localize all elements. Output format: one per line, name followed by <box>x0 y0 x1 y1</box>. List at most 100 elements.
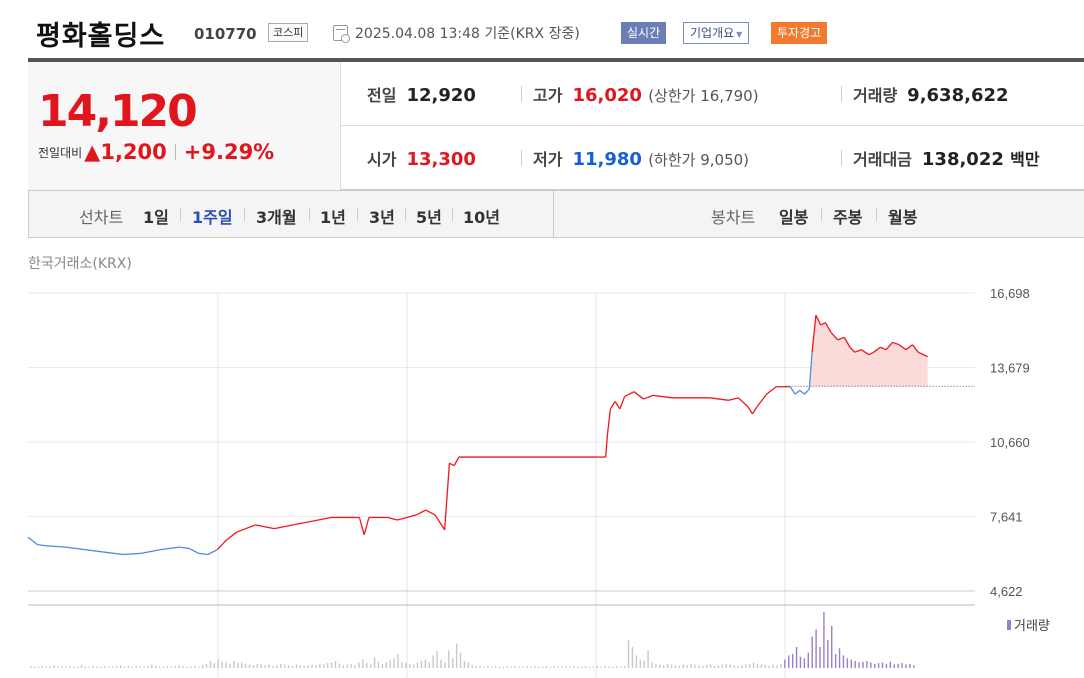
caret-down-icon: ▼ <box>736 30 743 39</box>
volume-bar <box>760 664 763 668</box>
volume-bar <box>412 664 415 668</box>
volume-bar <box>479 665 481 668</box>
volume-bar <box>651 662 653 668</box>
price-line-segment <box>84 548 104 553</box>
price-line-segment <box>358 517 365 535</box>
volume-bar <box>100 666 102 668</box>
trade-amount: 거래대금 138,022 백만 <box>853 146 1040 170</box>
volume-bar <box>491 666 493 668</box>
volume-bar <box>123 666 126 668</box>
volume-bar <box>577 666 579 668</box>
volume-bar <box>401 661 403 668</box>
price-line-segment <box>728 397 739 401</box>
high-price: 고가 16,020 (상한가 16,790) <box>533 82 759 106</box>
volume-bar <box>604 665 606 668</box>
volume-bar <box>53 665 55 668</box>
tab-10y[interactable]: 10년 <box>463 204 500 228</box>
volume-bar <box>752 662 755 668</box>
volume-bar <box>686 665 688 668</box>
volume-bar <box>49 666 51 668</box>
volume-bar <box>416 662 419 668</box>
volume-bar <box>198 666 200 668</box>
y-tick-label: 10,660 <box>990 435 1030 450</box>
volume-bar <box>709 664 712 668</box>
volume-bar <box>225 662 227 668</box>
volume-bar <box>698 665 700 668</box>
volume-bar <box>748 663 751 668</box>
volume-bar <box>616 665 618 668</box>
tab-daily-candle[interactable]: 일봉 <box>779 204 808 228</box>
volume-bar <box>764 665 767 668</box>
tab-divider <box>357 208 358 221</box>
volume-bar <box>553 665 556 668</box>
volume-bar <box>717 665 720 668</box>
volume-bar <box>264 665 266 668</box>
price-line-segment <box>449 462 455 467</box>
amount-value: 138,022 <box>921 149 1004 170</box>
volume-bar <box>283 664 286 668</box>
up-arrow-icon: ▲ <box>84 140 101 164</box>
quote-row-2: 시가 13,300 저가 11,980 (하한가 9,050) 거래대금 138,02… <box>341 126 1084 190</box>
investment-warning-badge[interactable]: 투자경고 <box>771 22 828 44</box>
volume-bar <box>342 665 344 668</box>
realtime-button[interactable]: 실시간 <box>621 22 667 44</box>
price-line-segment <box>606 408 612 434</box>
change-divider <box>174 144 176 160</box>
tab-1y[interactable]: 1년 <box>320 204 346 228</box>
volume-bar <box>213 663 216 668</box>
tab-monthly-candle[interactable]: 월봉 <box>888 204 917 228</box>
tab-1d[interactable]: 1일 <box>143 204 169 228</box>
volume-bar <box>194 665 196 668</box>
volume-bar <box>690 663 692 668</box>
volume-bar <box>612 666 614 668</box>
price-line-segment <box>236 524 256 533</box>
volume-bar <box>389 660 391 668</box>
volume-bar <box>514 665 516 668</box>
price-line-segment <box>434 514 446 531</box>
volume-bar <box>522 666 524 668</box>
volume-bar <box>233 661 235 668</box>
volume-bar <box>737 665 739 668</box>
volume-bar <box>432 655 434 668</box>
volume-bar <box>494 665 497 668</box>
low-price: 저가 11,980 (하한가 9,050) <box>533 146 749 170</box>
price-line-segment <box>46 545 66 548</box>
volume-bar <box>307 665 309 668</box>
volume-bar <box>186 666 188 668</box>
volume-bar <box>584 665 587 668</box>
volume-bar <box>877 663 880 668</box>
volume-bar <box>670 664 673 668</box>
volume-bar <box>627 640 630 668</box>
volume-bar <box>291 665 294 668</box>
tab-3y[interactable]: 3년 <box>369 204 395 228</box>
volume-bar <box>131 666 133 668</box>
volume-bar <box>76 666 79 668</box>
change-amount: 1,200 <box>100 140 167 164</box>
volume-value: 9,638,622 <box>907 85 1009 106</box>
volume-bar <box>811 636 813 668</box>
volume-bar <box>299 665 302 668</box>
current-price: 14,120 <box>38 86 198 137</box>
tab-1w[interactable]: 1주일 <box>192 204 233 228</box>
volume-bar <box>487 665 489 668</box>
price-line-segment <box>619 396 626 410</box>
volume-legend-swatch <box>1007 620 1011 630</box>
price-line-segment <box>624 391 635 398</box>
volume-bar <box>721 664 724 668</box>
volume-bar <box>592 666 595 668</box>
volume-bar <box>393 658 395 668</box>
tab-3m[interactable]: 3개월 <box>256 204 297 228</box>
y-tick-label: 7,641 <box>990 510 1023 525</box>
company-info-dropdown[interactable]: 기업개요 ▼ <box>683 22 750 44</box>
volume-bar <box>315 665 317 668</box>
volume-bar <box>455 643 458 668</box>
volume-bar <box>549 666 552 668</box>
price-line-segment <box>643 394 654 400</box>
company-info-label: 기업개요 <box>690 26 735 40</box>
tab-5y[interactable]: 5년 <box>416 204 442 228</box>
volume-bar <box>893 664 895 668</box>
volume-bar <box>37 666 40 668</box>
price-chart[interactable]: 16,698 13,679 10,660 7,641 4,622 거래량 <box>0 270 1084 678</box>
tab-weekly-candle[interactable]: 주봉 <box>833 204 862 228</box>
volume-bar <box>151 664 153 668</box>
